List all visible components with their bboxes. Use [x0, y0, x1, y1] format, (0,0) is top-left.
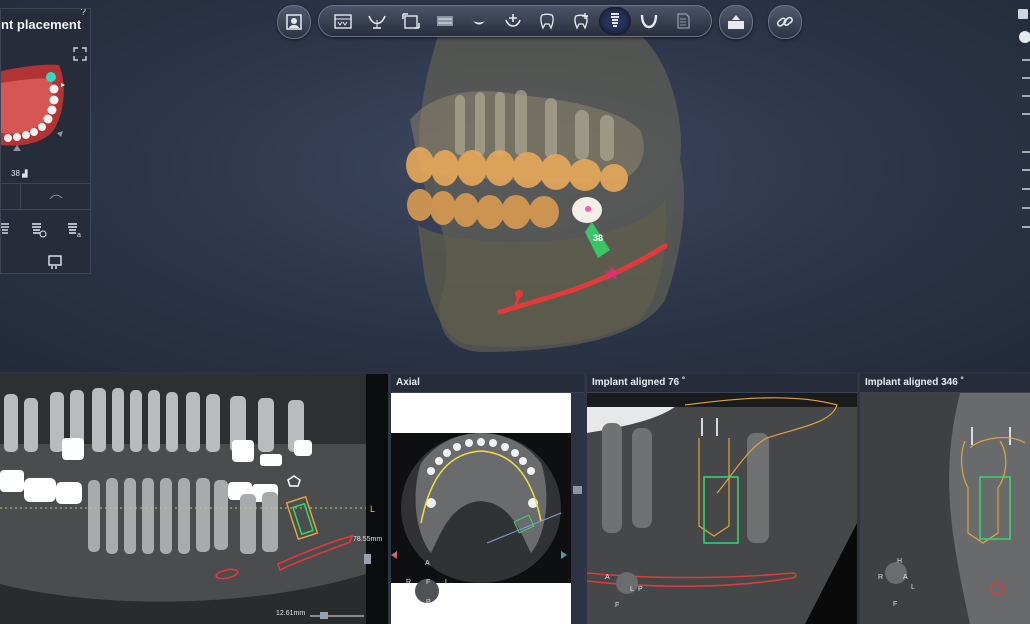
export-tray-icon	[728, 15, 744, 29]
implant346-orient-r: R	[878, 574, 884, 581]
implant-aligned-76-view[interactable]: Implant aligned 76 ˚ A L P F	[587, 374, 857, 624]
panoramic-image	[0, 374, 371, 624]
axial-orient-f: F	[426, 579, 431, 586]
tool-tooth-outline[interactable]	[531, 7, 563, 35]
implant76-orient-l: L	[630, 586, 634, 593]
implant76-orient-f: F	[615, 602, 620, 609]
implant-placement-panel: nt placement ? 38 ▟ a	[0, 8, 91, 274]
patient-icon	[286, 14, 302, 30]
implant-library-icon[interactable]: a	[67, 222, 83, 238]
sleeve-icon[interactable]	[47, 254, 65, 270]
implant346-orient-a: A	[903, 574, 908, 581]
svg-text:a: a	[77, 232, 81, 238]
height-measure: 78.55mm	[353, 536, 383, 543]
tool-arch[interactable]	[633, 7, 665, 35]
width-measure: 12.61mm	[276, 610, 306, 617]
tool-bar	[318, 5, 712, 37]
link-icon	[776, 16, 793, 27]
report-icon	[677, 13, 690, 29]
tool-timeline[interactable]	[327, 7, 359, 35]
tool-implant[interactable]	[599, 7, 631, 35]
tooth-number: 38	[11, 169, 20, 178]
export-button[interactable]	[719, 5, 753, 39]
implant-settings-icon[interactable]	[31, 222, 47, 238]
tool-panoramic-image[interactable]	[429, 7, 461, 35]
link-button[interactable]	[768, 5, 802, 39]
implant76-slice-image	[587, 393, 857, 624]
axial-orient-p: P	[426, 599, 431, 606]
zoom-slider[interactable]	[1016, 6, 1030, 236]
panoramic-image-icon	[437, 16, 453, 26]
axial-orient-r: R	[406, 579, 412, 586]
curve-arrow-icon[interactable]	[49, 193, 63, 201]
tooth-count: 38 ▟	[11, 169, 28, 178]
implant346-orient-f: F	[893, 601, 898, 608]
implant346-orient-l: L	[911, 584, 915, 591]
axial-canvas	[391, 393, 571, 624]
implant346-orient-h: H	[897, 558, 903, 565]
implant76-orient-p: P	[638, 586, 643, 593]
panoramic-curve-icon	[368, 15, 386, 29]
panel-title: nt placement	[1, 17, 82, 32]
panoramic-view[interactable]: L 78.55mm 12.61mm	[0, 374, 388, 624]
axial-scroll-thumb[interactable]	[573, 486, 582, 494]
implant-small-icon[interactable]	[1, 222, 11, 236]
tool-panoramic-curve[interactable]	[361, 7, 393, 35]
L-marker: L	[370, 504, 376, 514]
panel-row-2: a	[1, 209, 90, 273]
implant-aligned-346-view[interactable]: Implant aligned 346 ˚ H R A L F	[860, 374, 1030, 624]
dental-arch-diagram[interactable]	[1, 53, 73, 153]
axial-orient-l: L	[445, 579, 449, 586]
tooth-add-icon	[505, 14, 521, 27]
arch-icon	[640, 14, 658, 29]
implant-label: 38	[593, 233, 604, 243]
implant76-title: Implant aligned 76 ˚	[587, 374, 857, 393]
add-tooth-icon	[574, 13, 588, 30]
skull-3d-render	[406, 22, 685, 353]
crop-icon	[402, 13, 420, 29]
tool-add-tooth[interactable]	[565, 7, 597, 35]
implant76-orient-a: A	[605, 574, 610, 581]
slider-knob	[1019, 31, 1030, 43]
expand-icon[interactable]	[73, 47, 87, 61]
axial-orient-a: A	[425, 560, 430, 567]
tooth-outline-icon	[540, 13, 554, 30]
help-icon[interactable]: ?	[80, 9, 86, 18]
tool-crop-volume[interactable]	[395, 7, 427, 35]
axial-view-title: Axial	[391, 374, 584, 393]
axial-view[interactable]: Axial A R F L P	[391, 374, 584, 624]
3d-viewport[interactable]: 38	[0, 0, 1030, 372]
implant346-title: Implant aligned 346 ˚	[860, 374, 1030, 393]
implant-icon	[611, 13, 619, 27]
tool-jaw[interactable]	[463, 7, 495, 35]
tool-report[interactable]	[667, 7, 699, 35]
panel-row-1	[1, 183, 90, 210]
tooth-small-icon: ▟	[22, 171, 28, 178]
patient-button[interactable]	[277, 5, 311, 39]
implant346-slice-image	[860, 393, 1030, 624]
axial-slice-image	[391, 433, 571, 603]
calendar-icon	[334, 14, 352, 29]
jaw-icon	[471, 17, 487, 25]
tool-tooth-add[interactable]	[497, 7, 529, 35]
axial-scrollbar[interactable]	[571, 393, 584, 624]
